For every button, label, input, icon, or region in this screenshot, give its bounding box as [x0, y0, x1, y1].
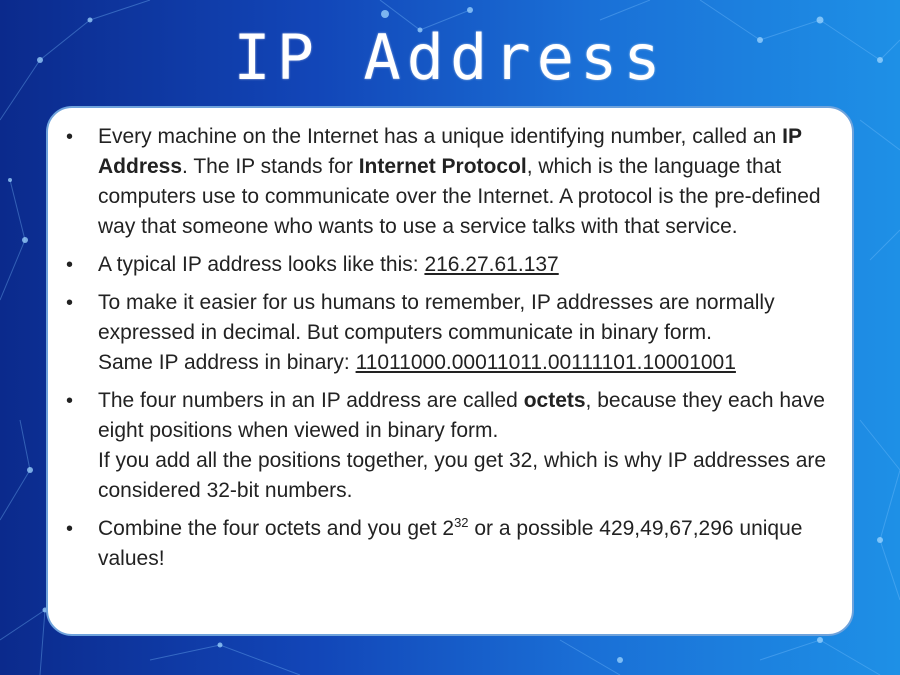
bullet-text: Combine the four octets and you get 2: [98, 517, 455, 540]
bold-term-internet-protocol: Internet Protocol: [358, 155, 527, 178]
bullet-text: Same IP address in binary:: [98, 351, 356, 374]
bullet-text: The four numbers in an IP address are ca…: [98, 389, 524, 412]
bullet-item-octets: • The four numbers in an IP address are …: [66, 386, 830, 506]
bullet-list: • Every machine on the Internet has a un…: [66, 122, 830, 574]
bullet-icon: •: [66, 518, 74, 540]
bold-term-octets: octets: [523, 389, 586, 412]
bullet-text: To make it easier for us humans to remem…: [98, 291, 775, 344]
bullet-text: A typical IP address looks like this:: [98, 253, 425, 276]
content-panel: • Every machine on the Internet has a un…: [46, 106, 854, 636]
ip-example-link[interactable]: 216.27.61.137: [424, 253, 558, 276]
bullet-item-typical-ip: • A typical IP address looks like this: …: [66, 250, 830, 280]
bullet-item-binary-form: • To make it easier for us humans to rem…: [66, 288, 830, 378]
binary-ip-link[interactable]: 11011000.00011011.00111101.10001001: [356, 351, 736, 374]
bullet-text: Every machine on the Internet has a uniq…: [98, 125, 783, 148]
slide-title: IP Address: [233, 21, 667, 94]
bullet-icon: •: [66, 126, 74, 148]
bullet-icon: •: [66, 292, 74, 314]
bullet-text: . The IP stands for: [182, 155, 359, 178]
bullet-text: If you add all the positions together, y…: [98, 449, 827, 502]
exponent: 32: [454, 515, 469, 530]
bullet-item-ip-definition: • Every machine on the Internet has a un…: [66, 122, 830, 242]
bullet-icon: •: [66, 390, 74, 412]
bullet-item-combine-octets: • Combine the four octets and you get 23…: [66, 514, 830, 574]
bullet-icon: •: [66, 254, 74, 276]
